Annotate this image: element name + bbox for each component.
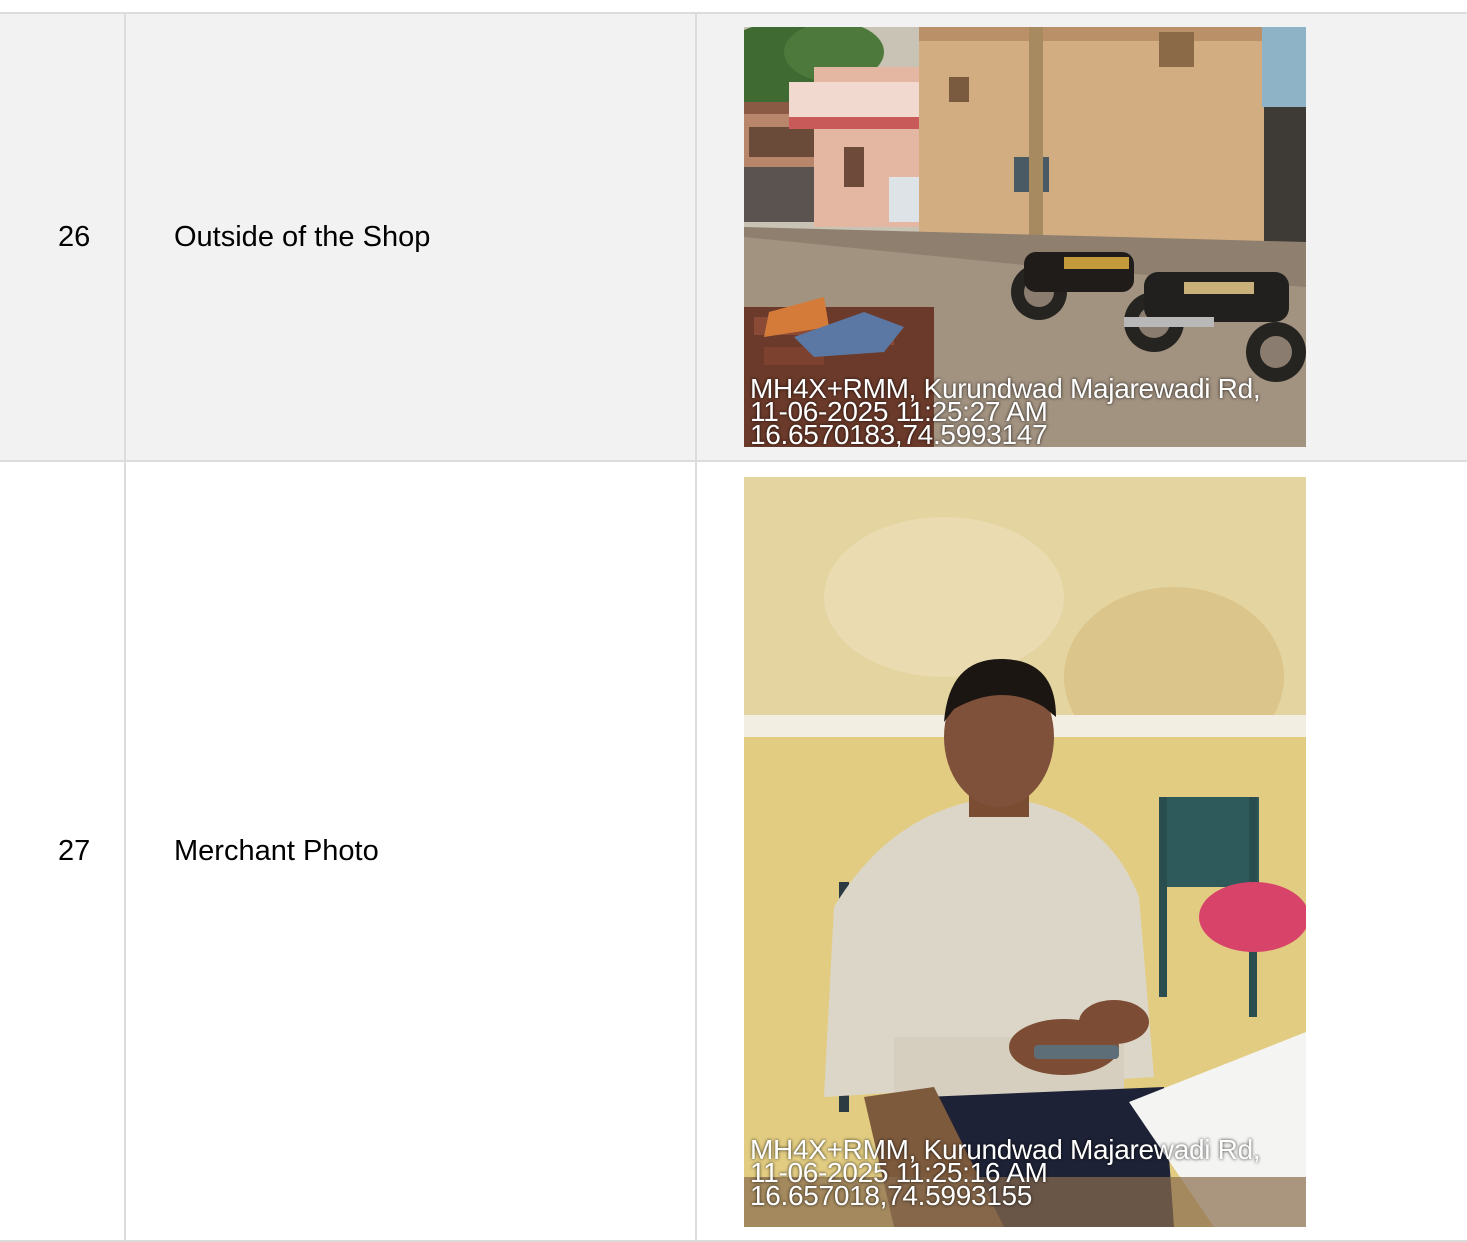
merchant-portrait-photo: MH4X+RMM, Kurundwad Majarewadi Rd, 11-06…: [744, 477, 1306, 1227]
photo-table: 26 Outside of the Shop MH4X+RMM, Kurundw…: [0, 12, 1467, 1242]
row-number: 27: [0, 460, 126, 1242]
row-label: Outside of the Shop: [124, 12, 697, 462]
stamp-coords: 16.6570183,74.5993147: [750, 419, 1048, 448]
table-row: 26 Outside of the Shop MH4X+RMM, Kurundw…: [0, 12, 1467, 462]
row-label: Merchant Photo: [124, 460, 697, 1242]
row-number: 26: [0, 12, 126, 462]
stamp-coords: 16.657018,74.5993155: [750, 1180, 1033, 1211]
table-row: 27 Merchant Photo MH4X+RMM, Kurundwad Ma…: [0, 460, 1467, 1242]
photo-cell: MH4X+RMM, Kurundwad Majarewadi Rd, 11-06…: [695, 460, 1467, 1242]
merchant-portrait-image: [744, 477, 1306, 1227]
street-shop-photo: MH4X+RMM, Kurundwad Majarewadi Rd, 11-06…: [744, 27, 1306, 447]
photo-geostamp: MH4X+RMM, Kurundwad Majarewadi Rd, 11-06…: [750, 1136, 1261, 1211]
photo-geostamp: MH4X+RMM, Kurundwad Majarewadi Rd, 11-06…: [750, 375, 1261, 448]
photo-cell: MH4X+RMM, Kurundwad Majarewadi Rd, 11-06…: [695, 12, 1467, 462]
photo-table-grid: 26 Outside of the Shop MH4X+RMM, Kurundw…: [0, 12, 1467, 1242]
